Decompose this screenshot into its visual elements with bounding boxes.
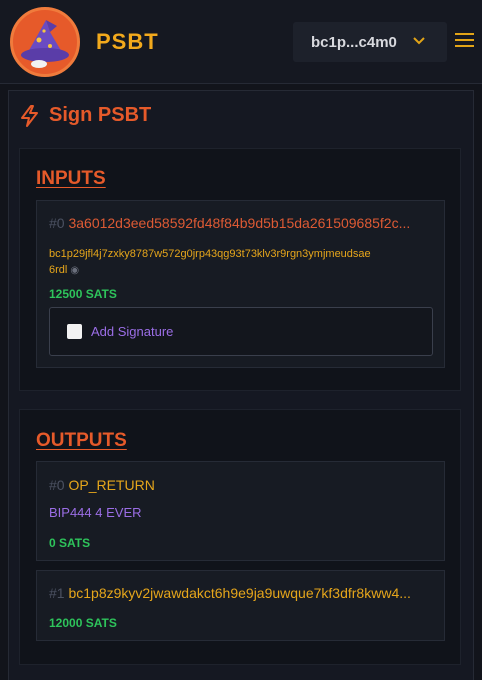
add-signature-label[interactable]: Add Signature xyxy=(91,324,173,339)
output-address[interactable]: bc1p8z9kyv2jwawdakct6h9e9ja9uwque7kf3dfr… xyxy=(68,585,410,601)
wallet-address: bc1p...c4m0 xyxy=(311,33,397,51)
lightning-icon xyxy=(21,104,38,127)
hamburger-menu-icon[interactable] xyxy=(455,33,474,49)
outputs-panel: OUTPUTS #0 OP_RETURN BIP444 4 EVER 0 SAT… xyxy=(19,409,461,665)
wallet-selector[interactable]: bc1p...c4m0 xyxy=(293,22,447,62)
info-dot-icon: ◉ xyxy=(70,265,80,276)
wizard-logo-icon[interactable] xyxy=(10,7,80,77)
output-card: #1 bc1p8z9kyv2jwawdakct6h9e9ja9uwque7kf3… xyxy=(36,570,445,641)
output-index: #0 xyxy=(49,477,65,493)
page-title-text: Sign PSBT xyxy=(49,104,152,126)
input-address-line2: 6rdl ◉ xyxy=(49,264,80,276)
input-address-line1: bc1p29jfl4j7zxky8787w572g0jrp43qg93t73kl… xyxy=(49,248,371,260)
input-index: #0 xyxy=(49,215,65,231)
output-amount: 12000 SATS xyxy=(49,616,117,630)
input-address: bc1p29jfl4j7zxky8787w572g0jrp43qg93t73kl… xyxy=(49,246,441,279)
add-signature-checkbox[interactable]: Add Signature xyxy=(49,307,433,356)
output-amount: 0 SATS xyxy=(49,536,91,550)
inputs-heading: INPUTS xyxy=(36,168,106,189)
output-address: OP_RETURN xyxy=(68,477,155,493)
output-address-row: #0 OP_RETURN xyxy=(49,477,155,493)
outputs-heading: OUTPUTS xyxy=(36,430,127,451)
checkbox[interactable] xyxy=(67,324,82,339)
input-txid-row: #0 3a6012d3eed58592fd48f84b9d5b15da26150… xyxy=(49,215,433,231)
output-index: #1 xyxy=(49,585,65,601)
page-title: Sign PSBT xyxy=(20,104,151,127)
output-data: BIP444 4 EVER xyxy=(49,505,142,520)
inputs-panel: INPUTS #0 3a6012d3eed58592fd48f84b9d5b15… xyxy=(19,148,461,391)
output-address-row: #1 bc1p8z9kyv2jwawdakct6h9e9ja9uwque7kf3… xyxy=(49,585,433,601)
output-card: #0 OP_RETURN BIP444 4 EVER 0 SATS xyxy=(36,461,445,561)
input-txid[interactable]: 3a6012d3eed58592fd48f84b9d5b15da26150968… xyxy=(68,215,410,231)
input-amount: 12500 SATS xyxy=(49,287,117,301)
input-card: #0 3a6012d3eed58592fd48f84b9d5b15da26150… xyxy=(36,200,445,368)
chevron-down-icon xyxy=(413,34,425,48)
app-header: PSBT bc1p...c4m0 xyxy=(0,0,482,84)
brand-name: PSBT xyxy=(96,29,159,54)
